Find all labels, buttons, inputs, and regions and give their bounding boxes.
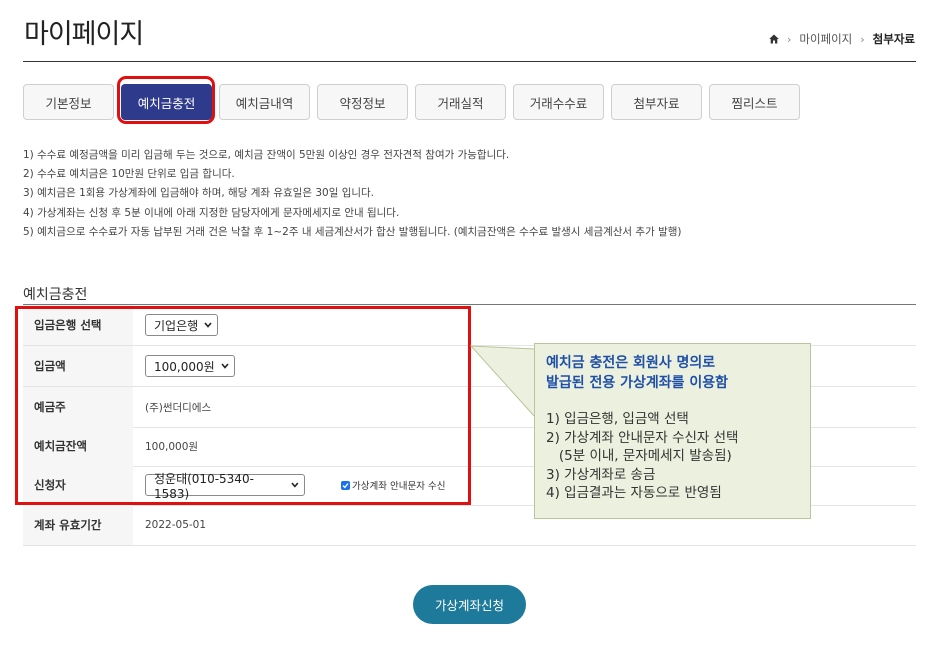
- notice-item: 4) 가상계좌는 신청 후 5분 이내에 아래 지정한 담당자에게 문자메세지로…: [23, 206, 400, 219]
- chevron-right-icon: ›: [786, 32, 792, 46]
- expiry-value: 2022-05-01: [145, 519, 207, 531]
- tab-transaction-record[interactable]: 거래실적: [415, 84, 506, 120]
- form-highlight-box: [15, 306, 471, 505]
- page-title: 마이페이지: [24, 19, 144, 50]
- tab-contract-info[interactable]: 약정정보: [317, 84, 408, 120]
- tab-attachments[interactable]: 첨부자료: [611, 84, 702, 120]
- callout-steps: 1) 입금은행, 입금액 선택 2) 가상계좌 안내문자 수신자 선택 (5분 …: [546, 411, 739, 501]
- tab-basic-info[interactable]: 기본정보: [23, 84, 114, 120]
- chevron-right-icon: ›: [860, 32, 865, 46]
- notice-item: 1) 수수료 예정금액을 미리 입금해 두는 것으로, 예치금 잔액이 5만원 …: [23, 149, 510, 161]
- breadcrumb-item[interactable]: 마이페이지: [799, 31, 852, 47]
- notice-item: 5) 예치금으로 수수료가 자동 납부된 거래 건은 낙찰 후 1~2주 내 세…: [23, 225, 682, 238]
- section-title: 예치금충전: [23, 287, 88, 303]
- title-divider: [23, 61, 916, 62]
- home-icon[interactable]: [769, 34, 779, 44]
- active-tab-highlight: [117, 76, 215, 124]
- tab-wishlist[interactable]: 찜리스트: [709, 84, 800, 120]
- breadcrumb-current: 첨부자료: [872, 32, 915, 46]
- tab-transaction-fee[interactable]: 거래수수료: [513, 84, 604, 120]
- request-virtual-account-button[interactable]: 가상계좌신청: [413, 585, 526, 624]
- notice-item: 3) 예치금은 1회용 가상계좌에 입금해야 하며, 해당 계좌 유효일은 30…: [23, 187, 375, 200]
- expiry-label: 계좌 유효기간: [23, 505, 133, 545]
- callout-pointer: [470, 345, 536, 418]
- notice-item: 2) 수수료 예치금은 10만원 단위로 입금 합니다.: [23, 168, 235, 181]
- tab-deposit-history[interactable]: 예치금내역: [219, 84, 310, 120]
- breadcrumb: › 마이페이지 › 첨부자료: [769, 31, 915, 47]
- notice-list: 1) 수수료 예정금액을 미리 입금해 두는 것으로, 예치금 잔액이 5만원 …: [23, 146, 682, 242]
- callout-title: 예치금 충전은 회원사 명의로 발급된 전용 가상계좌를 이용함: [546, 355, 729, 391]
